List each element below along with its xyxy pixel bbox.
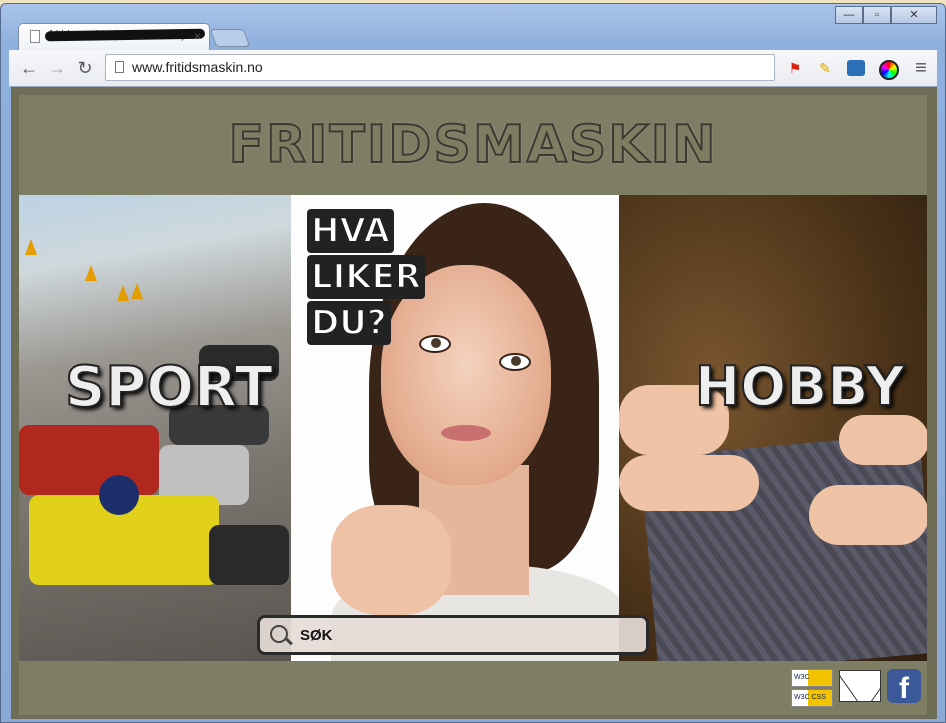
browser-toolbar: ← → ↻ www.fritidsmaskin.no ⚑ ✎ ≡ bbox=[9, 50, 937, 87]
kart-image bbox=[19, 425, 159, 495]
pencil-icon[interactable]: ✎ bbox=[815, 58, 835, 78]
screen-capture-icon[interactable] bbox=[847, 60, 865, 76]
question-line: HVA bbox=[307, 209, 394, 253]
site-container: FRITIDSMASKIN SPORT HVA LIKER DU? HOBBY … bbox=[19, 95, 927, 715]
search-label: SØK bbox=[300, 627, 333, 644]
eye-shape bbox=[499, 353, 531, 371]
hand-shape bbox=[809, 485, 927, 545]
site-logo[interactable]: FRITIDSMASKIN bbox=[19, 114, 927, 176]
woman-panel: HVA LIKER DU? bbox=[291, 195, 619, 661]
w3c-badges[interactable]: W3C XHTML 1.0 W3C CSS bbox=[791, 669, 833, 707]
footer-icons: W3C XHTML 1.0 W3C CSS f bbox=[791, 669, 921, 707]
restore-button[interactable]: ▫ bbox=[863, 6, 891, 24]
helmet-image bbox=[99, 475, 139, 515]
traffic-cone bbox=[25, 239, 37, 255]
kart-image bbox=[209, 525, 289, 585]
close-window-button[interactable]: ✕ bbox=[891, 6, 937, 24]
lips-shape bbox=[441, 425, 491, 441]
page-viewport: FRITIDSMASKIN SPORT HVA LIKER DU? HOBBY … bbox=[11, 87, 937, 719]
forward-button[interactable]: → bbox=[45, 56, 69, 80]
minimize-button[interactable]: — bbox=[835, 6, 863, 24]
tab-close-icon[interactable]: × bbox=[194, 29, 201, 43]
search-box[interactable]: SØK bbox=[257, 615, 649, 655]
reload-button[interactable]: ↻ bbox=[73, 56, 97, 80]
hand-shape bbox=[331, 505, 451, 615]
page-icon bbox=[115, 61, 124, 73]
question-line: LIKER bbox=[307, 255, 426, 299]
page-icon bbox=[30, 30, 40, 43]
browser-tab[interactable]: fritidsmaskin (YOUR TITLE) × bbox=[18, 23, 210, 51]
traffic-cone bbox=[85, 265, 97, 281]
hobby-panel[interactable]: HOBBY bbox=[619, 195, 927, 661]
new-tab-button[interactable] bbox=[209, 29, 251, 47]
back-button[interactable]: ← bbox=[17, 56, 41, 80]
w3c-css-badge[interactable]: W3C CSS bbox=[791, 689, 833, 707]
menu-button[interactable]: ≡ bbox=[909, 56, 933, 80]
facebook-icon[interactable]: f bbox=[887, 669, 921, 705]
flag-icon[interactable]: ⚑ bbox=[785, 58, 805, 78]
color-wheel-icon[interactable] bbox=[879, 60, 899, 80]
hand-shape bbox=[619, 455, 759, 511]
hand-shape bbox=[839, 415, 927, 465]
sport-label: SPORT bbox=[64, 354, 274, 421]
window-controls: — ▫ ✕ bbox=[835, 6, 937, 24]
traffic-cone bbox=[117, 285, 129, 301]
hobby-label: HOBBY bbox=[694, 354, 906, 419]
w3c-xhtml-badge[interactable]: W3C XHTML 1.0 bbox=[791, 669, 833, 697]
sport-panel[interactable]: SPORT bbox=[19, 195, 291, 661]
question-line: DU? bbox=[307, 301, 391, 345]
url-text: www.fritidsmaskin.no bbox=[132, 59, 263, 75]
traffic-cone bbox=[131, 283, 143, 299]
question-text: HVA LIKER DU? bbox=[307, 209, 426, 347]
hero-panels: SPORT HVA LIKER DU? HOBBY bbox=[19, 195, 927, 661]
browser-window: fritidsmaskin (YOUR TITLE) × — ▫ ✕ ← → ↻… bbox=[0, 3, 946, 723]
search-icon bbox=[270, 625, 288, 643]
address-bar[interactable]: www.fritidsmaskin.no bbox=[105, 54, 775, 81]
mail-icon[interactable] bbox=[839, 670, 881, 702]
